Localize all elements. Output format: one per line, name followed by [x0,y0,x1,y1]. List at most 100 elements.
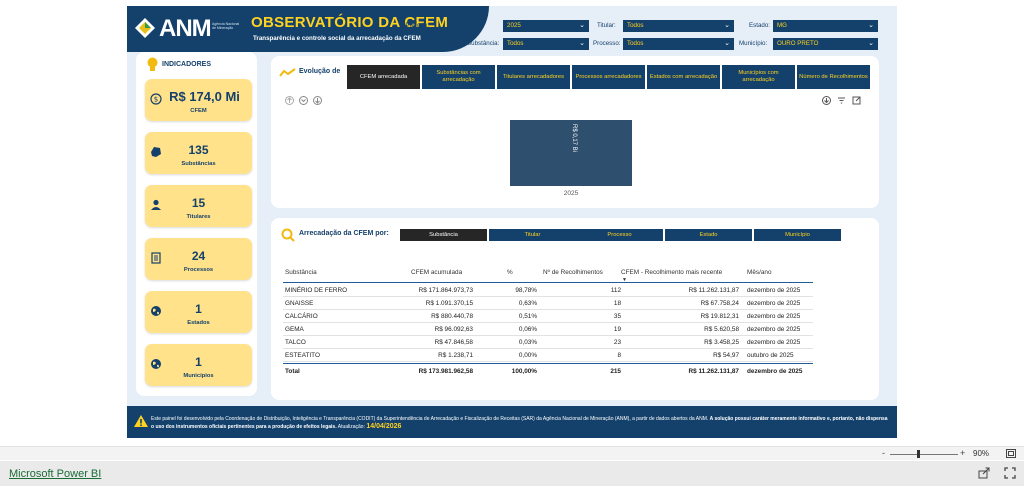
tab-titulares[interactable]: Titulares arrecadadores [497,65,570,89]
fit-to-page-icon[interactable] [1006,449,1016,458]
tab-municipio[interactable]: Município [754,229,841,241]
cell-mesano: dezembro de 2025 [747,313,801,320]
tab-cfem-arrecadada[interactable]: CFEM arrecadada [347,65,420,89]
column-header-mesano[interactable]: Mês/ano [747,269,772,276]
cell-cfem: R$ 1.238,71 [438,352,473,359]
table-row[interactable]: MINÉRIO DE FERRO R$ 171.864.973,73 98,78… [283,284,813,297]
footer-update-label: Atualização: [337,424,365,430]
header-divider [283,282,813,283]
share-icon[interactable] [978,467,990,479]
drill-down-icon[interactable] [313,96,322,105]
table-row[interactable]: ESTEATITO R$ 1.238,71 0,00% 8 R$ 54,97 o… [283,349,813,362]
zoom-slider-thumb[interactable] [917,450,920,458]
cell-percent: 0,03% [518,339,537,346]
table-row[interactable]: TALCO R$ 47.846,58 0,03% 23 R$ 3.458,25 … [283,336,813,349]
app-bar: Microsoft Power BI [0,461,1024,486]
x-tick-label: 2025 [564,190,579,197]
tab-substancia[interactable]: Substância [400,229,487,241]
filter-titular-label: Titular: [597,22,616,29]
header: ANM Agência Nacional de Mineração OBSERV… [127,6,897,52]
filter-substancia-select[interactable]: Todos ⌄ [503,38,589,50]
filter-processo-select[interactable]: Todos ⌄ [623,38,734,50]
logo-text: ANM [159,15,212,42]
column-header-recolhimentos[interactable]: Nº de Recolhimentos [543,269,603,276]
chevron-down-icon: ⌄ [724,40,730,47]
cell-recente: R$ 5.620,58 [704,326,739,333]
focus-mode-icon[interactable] [852,96,861,105]
indicator-label: Substâncias [181,161,216,167]
footer-text-main: Este painel foi desenvolvido pela Coorde… [151,416,709,422]
drill-up-icon[interactable] [285,96,294,105]
filter-titular-select[interactable]: Todos ⌄ [623,20,734,32]
arrecadacao-title: Arrecadação da CFEM por: [299,230,389,237]
tab-municipios[interactable]: Municípios com arrecadação [722,65,795,89]
cell-substancia: GEMA [285,326,304,333]
cell-cfem: R$ 47.846,58 [434,339,473,346]
powerbi-link[interactable]: Microsoft Power BI [9,468,101,480]
tab-estado[interactable]: Estado [665,229,752,241]
filter-periodo-value: 2025 [507,22,521,29]
filter-icon[interactable] [837,96,846,105]
zoom-in-button[interactable]: + [960,448,965,458]
indicator-value: 1 [195,302,202,316]
cell-recolhimentos: 19 [613,326,621,333]
table-row[interactable]: GNAISSE R$ 1.091.370,15 0,63% 18 R$ 67.7… [283,297,813,310]
evolution-title: Evolução de [299,68,341,75]
tab-processos[interactable]: Processos arrecadadores [572,65,645,89]
filter-periodo-select[interactable]: 2025 ⌄ [503,20,589,32]
cell-recente: R$ 11.262.131,87 [688,287,739,294]
tab-label: CFEM arrecadada [359,73,408,80]
tab-processo[interactable]: Processo [576,229,663,241]
column-header-percent[interactable]: % [507,269,513,276]
tab-estados[interactable]: Estados com arrecadação [647,65,720,89]
cell-mesano: dezembro de 2025 [747,339,801,346]
fullscreen-icon[interactable] [1004,467,1016,479]
column-header-substancia[interactable]: Substância [285,269,317,276]
evolution-panel: Evolução de CFEM arrecadada Substâncias … [271,56,879,208]
filter-processo-label: Processo: [593,40,621,47]
filter-estado-select[interactable]: MG ⌄ [773,20,878,32]
cell-cfem: R$ 96.092,63 [434,326,473,333]
cell-percent: 0,00% [518,352,537,359]
zoom-out-button[interactable]: - [882,448,885,458]
table-row[interactable]: CALCÁRIO R$ 880.440,78 0,51% 35 R$ 19.81… [283,310,813,323]
footer-disclaimer: Este painel foi desenvolvido pela Coorde… [127,406,897,438]
cell-percent: 0,51% [518,313,537,320]
column-header-recente[interactable]: CFEM - Recolhimento mais recente [621,269,722,276]
cell-recente: R$ 67.758,24 [700,300,739,307]
filter-municipio-select[interactable]: OURO PRETO ⌄ [773,38,878,50]
cell-recente: R$ 54,97 [713,352,739,359]
column-header-cfem[interactable]: CFEM acumulada [411,269,462,276]
filter-substancia-label: Substância: [467,40,500,47]
cell-total-percent: 100,00% [511,368,537,375]
table-row[interactable]: GEMA R$ 96.092,63 0,06% 19 R$ 5.620,58 d… [283,323,813,336]
tab-label: Substância [429,232,458,238]
chevron-down-icon: ⌄ [868,40,874,47]
cell-cfem: R$ 1.091.370,15 [425,300,473,307]
warning-icon [134,415,148,427]
indicator-card-municipios: 1 Municípios [145,344,252,386]
lightbulb-icon [147,57,158,71]
zoom-slider-track[interactable] [890,454,958,455]
tab-label: Titulares arrecadadores [502,73,564,80]
tab-label: Municípios com arrecadação [738,70,779,83]
cell-cfem: R$ 171.864.973,73 [418,287,473,294]
download-icon[interactable] [822,96,831,105]
tab-label: Processos arrecadadores [575,73,642,80]
tab-recolhimentos[interactable]: Número de Recolhimentos [797,65,870,89]
cell-total-recolhimentos: 215 [610,368,621,375]
expand-hierarchy-icon[interactable] [299,96,308,105]
search-magnifier-icon [281,228,295,242]
cell-total-cfem: R$ 173.981.962,58 [418,368,473,375]
logo-block: ANM Agência Nacional de Mineração [127,6,239,52]
tab-substancias[interactable]: Substâncias com arrecadação [422,65,495,89]
tab-titular[interactable]: Titular [489,229,576,241]
tab-label: Município [785,232,810,238]
indicator-card-titulares: 15 Titulares [145,185,252,227]
bar-2025[interactable] [510,120,632,186]
filter-estado-label: Estado: [749,22,770,29]
cell-substancia: CALCÁRIO [285,313,318,320]
indicator-label: Processos [183,267,214,273]
title-block: OBSERVATÓRIO DA CFEM Transparência e con… [239,6,489,52]
tab-label: Substâncias com arrecadação [436,70,481,83]
